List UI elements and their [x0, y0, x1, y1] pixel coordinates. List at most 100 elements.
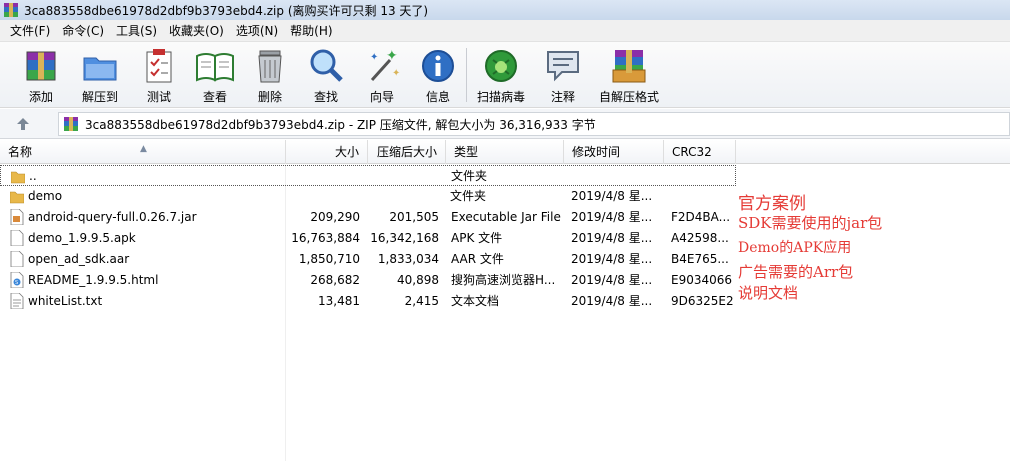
menu-file[interactable]: 文件(F) [4, 20, 56, 42]
info-icon [422, 50, 454, 82]
add-archive-icon [26, 51, 56, 81]
add-button[interactable]: 添加 [16, 42, 66, 108]
svg-text:S: S [15, 280, 18, 286]
extract-to-icon [83, 57, 117, 81]
info-button[interactable]: 信息 [416, 42, 460, 108]
file-size: 1,850,710 [298, 252, 360, 266]
sfx-button[interactable]: 自解压格式 [597, 42, 661, 108]
sfx-icon [612, 50, 646, 83]
sort-ascending-icon: ▲ [140, 144, 147, 154]
file-row-jar[interactable]: android-query-full.0.26.7.jar 209,290 20… [0, 207, 736, 228]
file-name: demo [28, 189, 63, 203]
file-row-html[interactable]: S README_1.9.9.5.html 268,682 40,898 搜狗高… [0, 270, 736, 291]
comment-label: 注释 [550, 90, 575, 104]
column-size[interactable]: 大小 [286, 140, 368, 164]
find-button[interactable]: 查找 [304, 42, 348, 108]
file-size: 268,682 [310, 273, 360, 287]
file-packed-size: 40,898 [397, 273, 439, 287]
address-field[interactable]: 3ca883558dbe61978d2dbf9b3793ebd4.zip - Z… [58, 112, 1010, 136]
file-size: 13,481 [318, 294, 360, 308]
wizard-label: 向导 [369, 90, 394, 104]
text-file-icon [10, 293, 24, 309]
file-row-demo[interactable]: demo 文件夹 2019/4/8 星... [0, 186, 736, 207]
column-packed[interactable]: 压缩后大小 [368, 140, 446, 164]
test-button[interactable]: 测试 [134, 42, 184, 108]
menu-help[interactable]: 帮助(H) [284, 20, 338, 42]
file-crc: F2D4BA... [671, 210, 731, 224]
file-modified: 2019/4/8 星... [571, 189, 653, 203]
file-packed-size: 1,833,034 [377, 252, 439, 266]
menu-bar: 文件(F) 命令(C) 工具(S) 收藏夹(O) 选项(N) 帮助(H) [0, 20, 1010, 42]
annotation-demo-apk: Demo的APK应用 [738, 240, 852, 256]
folder-icon [10, 191, 24, 204]
virus-scan-icon [485, 50, 517, 82]
jar-file-icon [10, 209, 24, 225]
file-icon [10, 251, 24, 267]
file-modified: 2019/4/8 星... [571, 273, 653, 287]
file-type: APK 文件 [451, 231, 503, 245]
wizard-button[interactable]: ✦ ✦ ✦ 向导 [360, 42, 404, 108]
column-modified[interactable]: 修改时间 [564, 140, 664, 164]
sfx-label: 自解压格式 [598, 90, 659, 104]
column-crc[interactable]: CRC32 [664, 140, 736, 164]
file-list: .. 文件夹 demo 文件夹 2019/4/8 星... android-qu… [0, 165, 1010, 461]
virus-scan-label: 扫描病毒 [476, 90, 525, 104]
file-packed-size: 2,415 [404, 294, 439, 308]
winrar-app-icon [4, 3, 18, 17]
file-modified: 2019/4/8 星... [571, 210, 653, 224]
menu-tools[interactable]: 工具(S) [110, 20, 163, 42]
archive-path: 3ca883558dbe61978d2dbf9b3793ebd4.zip - Z… [85, 117, 596, 132]
file-type: 文本文档 [451, 294, 500, 308]
menu-commands[interactable]: 命令(C) [56, 20, 110, 42]
file-modified: 2019/4/8 星... [571, 231, 653, 245]
file-crc: 9D6325E2 [671, 294, 733, 308]
toolbar-separator [466, 48, 467, 102]
file-row-apk[interactable]: demo_1.9.9.5.apk 16,763,884 16,342,168 A… [0, 228, 736, 249]
column-modified-label: 修改时间 [572, 145, 621, 159]
file-modified: 2019/4/8 星... [571, 294, 653, 308]
menu-favorites[interactable]: 收藏夹(O) [163, 20, 230, 42]
column-type-label: 类型 [454, 145, 479, 159]
delete-label: 删除 [257, 90, 282, 104]
zip-archive-icon [64, 117, 78, 131]
up-arrow-icon[interactable] [14, 115, 32, 133]
file-name: .. [29, 169, 37, 183]
file-crc: E9034066 [671, 273, 733, 287]
annotation-sdk-jar: SDK需要使用的jar包 [738, 214, 883, 232]
find-magnifier-icon [310, 49, 343, 82]
extract-to-label: 解压到 [81, 90, 118, 104]
html-file-icon: S [10, 272, 24, 288]
view-button[interactable]: 查看 [190, 42, 240, 108]
extract-to-button[interactable]: 解压到 [70, 42, 130, 108]
delete-button[interactable]: 删除 [248, 42, 292, 108]
find-label: 查找 [313, 90, 338, 104]
svg-text:✦: ✦ [392, 68, 400, 79]
file-type: 文件夹 [451, 169, 488, 183]
address-bar: 3ca883558dbe61978d2dbf9b3793ebd4.zip - Z… [0, 109, 1010, 139]
column-type[interactable]: 类型 [446, 140, 564, 164]
file-crc: B4E765... [671, 252, 729, 266]
file-size: 16,763,884 [291, 231, 360, 245]
file-size: 209,290 [310, 210, 360, 224]
file-packed-size: 16,342,168 [370, 231, 439, 245]
file-row-parent[interactable]: .. 文件夹 [0, 165, 736, 186]
file-row-txt[interactable]: whiteList.txt 13,481 2,415 文本文档 2019/4/8… [0, 291, 736, 312]
annotation-readme: 说明文档 [738, 284, 799, 302]
test-label: 测试 [146, 90, 171, 104]
column-crc-label: CRC32 [672, 145, 712, 159]
info-label: 信息 [425, 90, 450, 104]
column-name[interactable]: 名称 ▲ [0, 140, 286, 164]
column-name-label: 名称 [8, 145, 33, 159]
wizard-wand-icon: ✦ ✦ ✦ [370, 48, 400, 82]
toolbar: 添加 解压到 测试 查看 删除 查找 ✦ ✦ ✦ 向导 信息 扫描病毒 注释 自… [0, 42, 1010, 108]
view-label: 查看 [202, 90, 227, 104]
virus-scan-button[interactable]: 扫描病毒 [473, 42, 529, 108]
comment-icon [547, 51, 579, 82]
file-type: 搜狗高速浏览器H... [451, 273, 556, 287]
svg-text:✦: ✦ [370, 52, 378, 63]
column-packed-label: 压缩后大小 [376, 145, 437, 159]
annotation-ad-aar: 广告需要的Arr包 [738, 263, 854, 281]
menu-options[interactable]: 选项(N) [230, 20, 284, 42]
comment-button[interactable]: 注释 [541, 42, 585, 108]
file-row-aar[interactable]: open_ad_sdk.aar 1,850,710 1,833,034 AAR … [0, 249, 736, 270]
